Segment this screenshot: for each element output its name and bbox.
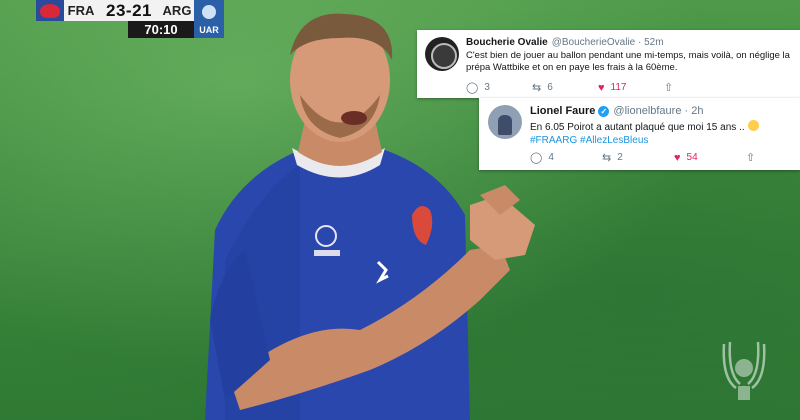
- heart-icon: ♥: [598, 81, 605, 94]
- home-team-code: FRA: [67, 3, 95, 18]
- tweet-actions: ◯ 3 ⇆ 6 ♥ 117 ⇧: [466, 81, 730, 95]
- tweet-time[interactable]: 2h: [691, 105, 703, 117]
- like-count: 117: [610, 82, 627, 93]
- away-logo-text: UAR: [199, 25, 219, 35]
- reply-button[interactable]: ◯ 4: [530, 151, 602, 164]
- heart-icon: ♥: [674, 151, 681, 164]
- france-rooster-icon: [36, 0, 64, 21]
- display-name[interactable]: Boucherie Ovalie: [466, 37, 548, 48]
- share-button[interactable]: ⇧: [664, 81, 730, 94]
- reply-count: 4: [548, 152, 554, 163]
- like-button[interactable]: ♥ 54: [674, 152, 746, 164]
- share-icon: ⇧: [746, 152, 756, 164]
- hashtag-links[interactable]: #FRAARG #AllezLesBleus: [530, 135, 648, 146]
- match-clock: 70:10: [128, 21, 194, 38]
- retweet-button[interactable]: ⇆ 2: [602, 151, 674, 164]
- verified-badge-icon: ✓: [598, 106, 610, 117]
- reply-icon: ◯: [530, 152, 543, 164]
- home-score: 23: [105, 0, 126, 20]
- tweet-card[interactable]: Boucherie Ovalie @BoucherieOvalie · 52m …: [417, 30, 800, 98]
- rwc-trophy-watermark-icon: [722, 341, 766, 400]
- avatar[interactable]: [488, 105, 522, 139]
- uar-logo-icon: UAR: [194, 0, 224, 38]
- tweet-body: En 6.05 Poirot a autant plaqué que moi 1…: [530, 122, 745, 133]
- tweet-actions: ◯ 4 ⇆ 2 ♥ 54 ⇧: [530, 151, 800, 165]
- share-icon: ⇧: [664, 82, 674, 94]
- tweet-header: Lionel Faure ✓ @lionelbfaure · 2h: [530, 105, 703, 117]
- handle: @lionelbfaure · 2h: [613, 105, 704, 117]
- like-count: 54: [686, 152, 698, 163]
- reply-button[interactable]: ◯ 3: [466, 81, 532, 94]
- like-button[interactable]: ♥ 117: [598, 82, 664, 94]
- reply-icon: ◯: [466, 82, 479, 94]
- away-score: 21: [132, 0, 152, 20]
- display-name[interactable]: Lionel Faure: [530, 105, 595, 117]
- tweet-time[interactable]: 52m: [644, 37, 663, 48]
- handle-text[interactable]: @BoucherieOvalie: [552, 37, 636, 48]
- retweet-count: 6: [547, 82, 553, 93]
- tweet-header: Boucherie Ovalie @BoucherieOvalie · 52m: [466, 37, 664, 48]
- tweet-card[interactable]: Lionel Faure ✓ @lionelbfaure · 2h En 6.0…: [479, 98, 800, 170]
- tweet-text: En 6.05 Poirot a autant plaqué que moi 1…: [530, 120, 792, 147]
- retweet-count: 2: [617, 152, 623, 163]
- share-button[interactable]: ⇧: [746, 151, 800, 164]
- handle: @BoucherieOvalie · 52m: [551, 37, 664, 48]
- grinning-sweat-emoji-icon: [747, 120, 759, 131]
- handle-text[interactable]: @lionelbfaure: [613, 105, 681, 117]
- score: 23-21: [98, 1, 160, 21]
- scorebug: FRA 23-21 ARG UAR 70:10: [36, 0, 224, 38]
- retweet-icon: ⇆: [602, 152, 612, 164]
- retweet-icon: ⇆: [532, 82, 542, 94]
- reply-count: 3: [484, 82, 490, 93]
- retweet-button[interactable]: ⇆ 6: [532, 81, 598, 94]
- avatar[interactable]: [425, 37, 459, 71]
- tweet-text: C'est bien de jouer au ballon pendant un…: [466, 50, 790, 73]
- away-team-code: ARG: [162, 3, 192, 18]
